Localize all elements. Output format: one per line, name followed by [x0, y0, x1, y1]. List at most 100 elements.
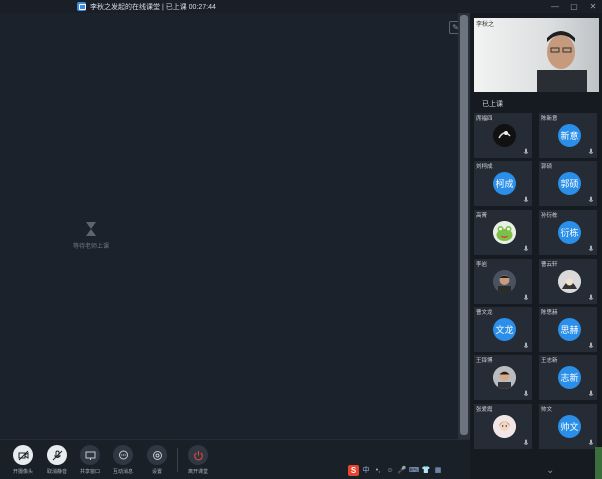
student-name: 曹云轩 [541, 262, 558, 268]
avatar: 思赫 [558, 318, 581, 341]
student-tile[interactable]: 曹云轩 [539, 259, 597, 304]
mic-icon [523, 439, 529, 445]
share-window-label: 共享窗口 [79, 469, 100, 475]
student-name: 帅文 [541, 407, 553, 413]
student-name: 王志新 [541, 358, 558, 364]
avatar [558, 270, 581, 293]
share-window-button[interactable]: 共享窗口 [74, 445, 106, 475]
student-tile[interactable]: 张爱霞 [474, 404, 532, 449]
student-tile[interactable]: 李岩 [474, 259, 532, 304]
student-tile[interactable]: 陈思赫 思赫 [539, 307, 597, 352]
teacher-video-feed [537, 31, 587, 92]
student-tile[interactable]: 孙衍栋 衍栋 [539, 210, 597, 255]
messages-label: 互动消息 [112, 469, 133, 475]
ime-keyboard-icon[interactable]: ⌨ [409, 465, 419, 476]
toolbar-divider [177, 448, 178, 472]
avatar [493, 270, 516, 293]
mic-icon [523, 196, 529, 202]
waiting-text: 等待老师上课 [72, 244, 109, 250]
ime-toolbox-icon[interactable]: ▦ [433, 465, 443, 476]
ime-punctuation[interactable]: •, [373, 465, 383, 476]
mic-icon [523, 148, 529, 154]
student-name: 陈思赫 [541, 310, 558, 316]
student-tile[interactable]: 王志新 志新 [539, 355, 597, 400]
scrollbar[interactable] [458, 13, 470, 439]
class-status: 已上课 [482, 101, 503, 108]
student-tile[interactable]: 席福四 [474, 113, 532, 158]
mic-icon [523, 342, 529, 348]
mic-icon [588, 390, 594, 396]
classroom-icon [77, 2, 86, 11]
mic-off-icon [47, 445, 67, 465]
window-title: 李秋之发起的在线课堂 | 已上课 00:27:44 [90, 3, 216, 11]
student-name: 席福四 [476, 116, 493, 122]
avatar: 志新 [558, 366, 581, 389]
gear-icon [147, 445, 167, 465]
close-button[interactable]: ✕ [588, 0, 598, 13]
leave-class-label: 离开课堂 [187, 469, 208, 475]
minimize-button[interactable]: — [550, 0, 560, 13]
student-tile[interactable]: 刘柯成 柯成 [474, 161, 532, 206]
student-name: 陈新意 [541, 116, 558, 122]
participant-sidebar: 李秋之 已上课 席福四 陈新意 新意 刘柯成 柯成 郭硕 郭硕 高菁 孙衍栋 衍… [470, 13, 602, 479]
ime-toolbar: S 中 •, ☺ 🎤 ⌨ 👕 ▦ [348, 464, 443, 477]
title-area: 李秋之发起的在线课堂 | 已上课 00:27:44 [77, 1, 216, 12]
ime-logo-icon[interactable]: S [348, 465, 359, 476]
avatar: 文龙 [493, 318, 516, 341]
avatar: 郭硕 [558, 172, 581, 195]
student-name: 曹文龙 [476, 310, 493, 316]
waiting-indicator: 等待老师上课 [60, 221, 122, 250]
avatar: 新意 [558, 124, 581, 147]
mic-icon [588, 196, 594, 202]
avatar [493, 124, 516, 147]
student-name: 孙衍栋 [541, 213, 558, 219]
ime-voice-icon[interactable]: 🎤 [397, 465, 407, 476]
mic-icon [588, 245, 594, 251]
student-tile[interactable]: 陈新意 新意 [539, 113, 597, 158]
student-name: 刘柯成 [476, 164, 493, 170]
ime-chinese-mode[interactable]: 中 [361, 465, 371, 476]
title-bar: 李秋之发起的在线课堂 | 已上课 00:27:44 — ▢ ✕ [0, 0, 602, 13]
student-name: 张爱霞 [476, 407, 493, 413]
mic-icon [588, 294, 594, 300]
avatar: 衍栋 [558, 221, 581, 244]
leave-class-button[interactable]: 离开课堂 [182, 445, 214, 475]
settings-label: 设置 [151, 469, 162, 475]
mic-icon [523, 294, 529, 300]
teacher-video[interactable]: 李秋之 [474, 18, 599, 92]
ime-skin-icon[interactable]: 👕 [421, 465, 431, 476]
student-name: 郭硕 [541, 164, 553, 170]
student-tile[interactable]: 帅文 帅文 [539, 404, 597, 449]
avatar: 帅文 [558, 415, 581, 438]
student-name: 王铎博 [476, 358, 493, 364]
ime-emoji-icon[interactable]: ☺ [385, 465, 395, 476]
unmute-label: 取消静音 [46, 469, 67, 475]
mic-icon [588, 439, 594, 445]
mic-icon [523, 245, 529, 251]
avatar [493, 366, 516, 389]
student-tile[interactable]: 郭硕 郭硕 [539, 161, 597, 206]
teacher-name: 李秋之 [476, 22, 495, 28]
power-icon [188, 445, 208, 465]
unmute-button[interactable]: 取消静音 [41, 445, 73, 475]
student-name: 高菁 [476, 213, 488, 219]
mic-icon [588, 342, 594, 348]
messages-button[interactable]: 互动消息 [107, 445, 139, 475]
main-stage: 等待老师上课 [0, 13, 458, 439]
screen-share-icon [80, 445, 100, 465]
avatar [493, 221, 516, 244]
camera-toggle-button[interactable]: 开摄像头 [7, 445, 39, 475]
settings-button[interactable]: 设置 [141, 445, 173, 475]
avatar [493, 415, 516, 438]
mic-icon [588, 148, 594, 154]
student-tile[interactable]: 曹文龙 文龙 [474, 307, 532, 352]
maximize-button[interactable]: ▢ [569, 0, 579, 13]
avatar: 柯成 [493, 172, 516, 195]
scrollbar-thumb[interactable] [460, 15, 468, 435]
student-name: 李岩 [476, 262, 488, 268]
chevron-down-icon[interactable]: ⌄ [546, 465, 554, 476]
student-tile[interactable]: 王铎博 [474, 355, 532, 400]
camera-off-icon [13, 445, 33, 465]
window-controls: — ▢ ✕ [550, 0, 598, 13]
student-tile[interactable]: 高菁 [474, 210, 532, 255]
